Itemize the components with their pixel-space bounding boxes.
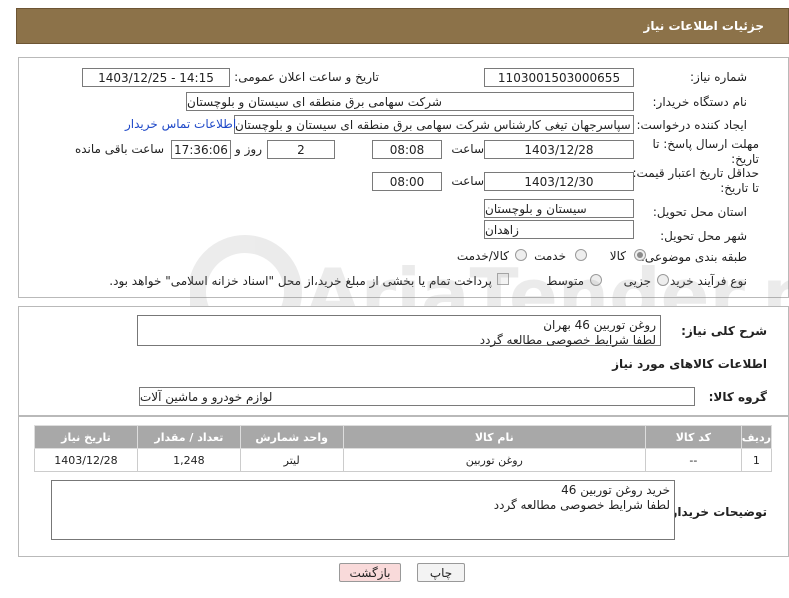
category-label: طبقه بندی موضوعی: bbox=[640, 250, 747, 264]
need-number-field: 1103001503000655 bbox=[484, 68, 634, 87]
days-label: روز و bbox=[235, 142, 262, 156]
description-line-2: لطفا شرایط خصوصی مطالعه گردد bbox=[479, 333, 656, 347]
cell-row: 1 bbox=[740, 448, 773, 472]
validity-time-field: 08:00 bbox=[372, 172, 442, 191]
validity-label: حداقل تاریخ اعتبار قیمت: تا تاریخ: bbox=[632, 166, 759, 195]
cell-code: -- bbox=[644, 448, 742, 472]
city-field: زاهدان bbox=[484, 220, 634, 239]
col-qty: تعداد / مقدار bbox=[136, 425, 241, 449]
category-both-radio[interactable] bbox=[515, 249, 527, 261]
page-title: جزئیات اطلاعات نیاز bbox=[643, 19, 764, 33]
description-label: شرح کلی نیاز: bbox=[681, 324, 767, 338]
col-unit: واحد شمارش bbox=[239, 425, 344, 449]
validity-time-label: ساعت bbox=[451, 174, 484, 188]
col-code: کد کالا bbox=[644, 425, 742, 449]
print-button[interactable]: چاپ bbox=[417, 563, 465, 582]
creator-label: ایجاد کننده درخواست: bbox=[636, 118, 747, 132]
remaining-label: ساعت باقی مانده bbox=[74, 142, 164, 156]
buyer-contact-link[interactable]: اطلاعات تماس خریدار bbox=[125, 117, 236, 131]
back-button[interactable]: بازگشت bbox=[339, 563, 401, 582]
treasury-payment-checkbox[interactable] bbox=[497, 273, 509, 285]
process-minor-radio[interactable] bbox=[657, 274, 669, 286]
cell-date: 1403/12/28 bbox=[34, 448, 138, 472]
process-medium-label: متوسط bbox=[546, 274, 584, 288]
goods-group-label: گروه کالا: bbox=[708, 390, 767, 404]
col-name: نام کالا bbox=[342, 425, 646, 449]
buyer-notes-label: توضیحات خریدار: bbox=[665, 505, 767, 519]
deadline-time-field: 08:08 bbox=[372, 140, 442, 159]
cell-unit: لیتر bbox=[239, 448, 344, 472]
category-service-radio[interactable] bbox=[575, 249, 587, 261]
announce-label: تاریخ و ساعت اعلان عمومی: bbox=[234, 70, 379, 84]
buyer-notes-textarea: خرید روغن توربین 46 لطفا شرایط خصوصی مطا… bbox=[51, 480, 675, 540]
category-both-label: کالا/خدمت bbox=[456, 249, 509, 263]
items-table: ردیف کد کالا نام کالا واحد شمارش تعداد /… bbox=[34, 425, 773, 472]
page-header: جزئیات اطلاعات نیاز bbox=[16, 8, 789, 44]
validity-date-field: 1403/12/30 bbox=[484, 172, 634, 191]
province-label: استان محل تحویل: bbox=[652, 205, 747, 219]
process-minor-label: جزیی bbox=[623, 274, 651, 288]
category-service-label: خدمت bbox=[534, 249, 566, 263]
description-textarea: روغن توربین 46 بهران لطفا شرایط خصوصی مط… bbox=[137, 315, 661, 347]
process-medium-radio[interactable] bbox=[590, 274, 602, 286]
days-field: 2 bbox=[267, 140, 335, 159]
buyer-org-label: نام دستگاه خریدار: bbox=[652, 95, 748, 109]
cell-qty: 1,248 bbox=[136, 448, 241, 472]
buyer-notes-line-2: لطفا شرایط خصوصی مطالعه گردد bbox=[493, 498, 670, 512]
goods-group-field: لوازم خودرو و ماشین آلات bbox=[139, 387, 695, 406]
table-row: 1 -- روغن توربین لیتر 1,248 1403/12/28 bbox=[34, 448, 773, 472]
treasury-payment-note: پرداخت تمام یا بخشی از مبلغ خرید،از محل … bbox=[109, 274, 492, 288]
deadline-label: مهلت ارسال پاسخ: تا تاریخ: bbox=[652, 137, 759, 166]
announce-date-field: 1403/12/25 - 14:15 bbox=[82, 68, 230, 87]
process-label: نوع فرآیند خرید : bbox=[662, 274, 747, 288]
buyer-notes-line-1: خرید روغن توربین 46 bbox=[561, 483, 670, 497]
goods-section-title: اطلاعات کالاهای مورد نیاز bbox=[612, 357, 767, 371]
remaining-time-field: 17:36:06 bbox=[171, 140, 231, 159]
items-table-header: ردیف کد کالا نام کالا واحد شمارش تعداد /… bbox=[34, 425, 773, 449]
col-date: تاریخ نیاز bbox=[34, 425, 138, 449]
city-label: شهر محل تحویل: bbox=[660, 229, 747, 243]
deadline-date-field: 1403/12/28 bbox=[484, 140, 634, 159]
col-row: ردیف bbox=[740, 425, 773, 449]
deadline-time-label: ساعت bbox=[451, 142, 484, 156]
cell-name: روغن توربین bbox=[342, 448, 646, 472]
category-goods-radio[interactable] bbox=[634, 249, 646, 261]
creator-field: علی سپاسرجهان تیغی کارشناس شرکت سهامی بر… bbox=[234, 115, 634, 134]
buyer-org-field: شرکت سهامی برق منطقه ای سیستان و بلوچستا… bbox=[186, 92, 634, 111]
category-goods-label: کالا bbox=[609, 249, 626, 263]
province-field: سیستان و بلوچستان bbox=[484, 199, 634, 218]
need-number-label: شماره نیاز: bbox=[690, 70, 747, 84]
description-line-1: روغن توربین 46 بهران bbox=[543, 318, 656, 332]
